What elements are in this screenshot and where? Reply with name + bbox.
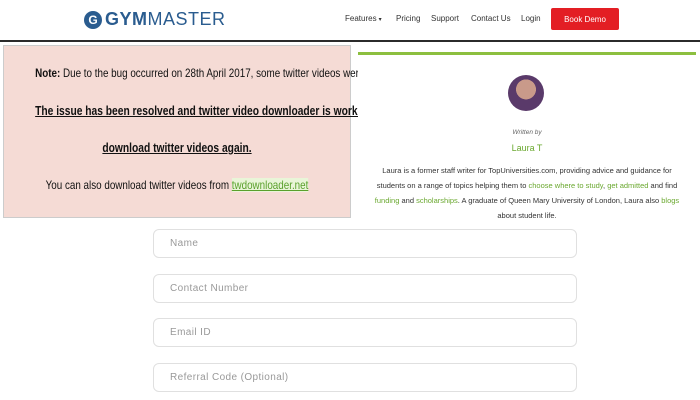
nav-support[interactable]: Support xyxy=(431,14,459,23)
gymmaster-logo[interactable]: G GYM MASTER xyxy=(84,9,226,30)
chevron-down-icon: ▾ xyxy=(378,17,382,23)
notice-line-1: Note: Due to the bug occurred on 28th Ap… xyxy=(35,66,472,80)
author-avatar xyxy=(508,75,544,111)
bio-text: and find xyxy=(648,181,678,190)
contact-number-input[interactable]: Contact Number xyxy=(153,274,577,303)
notice-text-4: You can also download twitter videos fro… xyxy=(45,178,232,192)
twdownloader-link[interactable]: twdownloader.net xyxy=(231,178,309,192)
referral-code-input[interactable]: Referral Code (Optional) xyxy=(153,363,577,392)
logo-text-master: MASTER xyxy=(147,9,226,29)
book-demo-button[interactable]: Book Demo xyxy=(551,8,619,30)
nav-pricing[interactable]: Pricing xyxy=(396,14,420,23)
notice-line-3: download twitter videos again. xyxy=(102,141,252,155)
bio-text: . A graduate of Queen Mary University of… xyxy=(457,196,662,205)
logo-text-gym: GYM xyxy=(105,9,148,29)
bio-text: about student life. xyxy=(497,211,557,220)
written-by-label: Written by xyxy=(512,129,542,136)
author-bio: Laura is a former staff writer for TopUn… xyxy=(368,163,686,223)
scholarships-link[interactable]: scholarships xyxy=(416,196,458,205)
nav-features[interactable]: Features ▾ xyxy=(345,14,382,23)
author-name-link[interactable]: Laura T xyxy=(358,143,696,153)
site-header: G GYM MASTER Features ▾ Pricing Support C… xyxy=(0,0,700,42)
author-card: Written by Laura T Laura is a former sta… xyxy=(358,52,696,222)
bug-notice-panel: Note: Due to the bug occurred on 28th Ap… xyxy=(3,45,485,218)
notice-line-2: The issue has been resolved and twitter … xyxy=(35,104,485,118)
choose-where-to-study-link[interactable]: choose where to study xyxy=(529,181,604,190)
get-admitted-link[interactable]: get admitted xyxy=(607,181,648,190)
page: G GYM MASTER Features ▾ Pricing Support C… xyxy=(0,0,700,400)
email-input[interactable]: Email ID xyxy=(153,318,577,347)
nav-features-label: Features xyxy=(345,14,377,23)
nav-contact-us[interactable]: Contact Us xyxy=(471,14,511,23)
logo-icon: G xyxy=(84,10,102,29)
nav-login[interactable]: Login xyxy=(521,14,541,23)
blogs-link[interactable]: blogs xyxy=(661,196,679,205)
funding-link[interactable]: funding xyxy=(375,196,400,205)
note-label: Note: xyxy=(35,66,61,80)
notice-line-4: You can also download twitter videos fro… xyxy=(35,178,319,192)
name-input[interactable]: Name xyxy=(153,229,577,258)
bio-text: and xyxy=(399,196,417,205)
